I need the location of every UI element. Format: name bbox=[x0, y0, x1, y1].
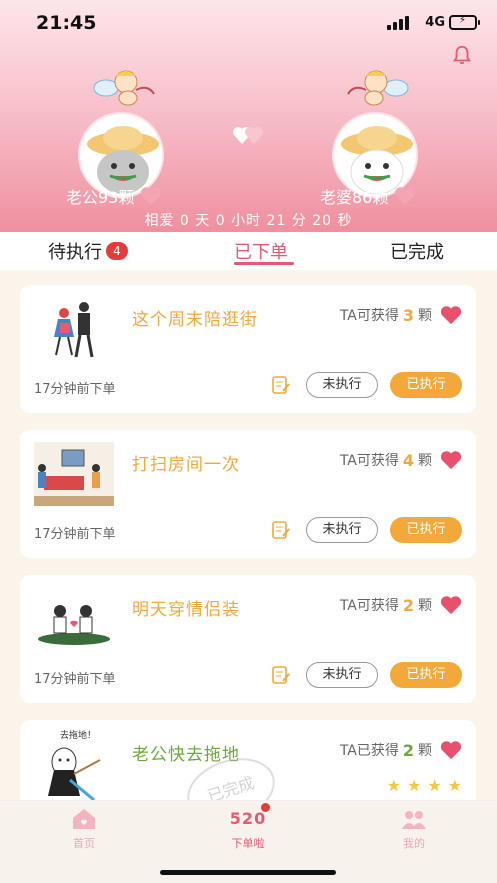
reward-prefix: TA可获得 bbox=[339, 598, 399, 614]
active-tab-indicator bbox=[234, 262, 294, 265]
edit-note-icon[interactable] bbox=[272, 375, 290, 395]
reward-prefix: TA可获得 bbox=[339, 308, 399, 324]
reward-unit: 颗 bbox=[418, 598, 432, 614]
reward-count: 2 bbox=[402, 740, 414, 760]
home-indicator bbox=[160, 870, 336, 875]
order-card[interactable]: 这个周末陪逛街 TA可获得 3 颗 17分钟前下单 未执行 已执行 bbox=[20, 285, 476, 413]
nav-520-text: 520 bbox=[229, 809, 267, 828]
reward-count: 2 bbox=[402, 595, 414, 615]
heart-icon bbox=[440, 596, 462, 615]
tab-ordered-label: 已下单 bbox=[234, 242, 288, 263]
reward-unit: 颗 bbox=[418, 453, 432, 469]
nav-mine[interactable]: 我的 bbox=[374, 807, 454, 851]
tab-completed-label: 已完成 bbox=[390, 242, 444, 263]
order-card[interactable]: 明天穿情侣装 TA可获得 2 颗 17分钟前下单 未执行 已执行 bbox=[20, 575, 476, 703]
order-time: 17分钟前下单 bbox=[34, 672, 116, 687]
star-icon: ★ bbox=[427, 776, 442, 795]
nav-mine-label: 我的 bbox=[403, 837, 425, 850]
network-label: 4G bbox=[425, 15, 445, 30]
star-icon: ★ bbox=[406, 776, 422, 795]
executed-button[interactable]: 已执行 bbox=[390, 662, 462, 688]
order-card[interactable]: 打扫房间一次 TA可获得 4 颗 17分钟前下单 未执行 已执行 bbox=[20, 430, 476, 558]
reward-info: TA可获得 4 颗 bbox=[340, 450, 462, 470]
heart-icon bbox=[440, 306, 462, 325]
husband-score-label: 老公93颗 bbox=[66, 188, 135, 207]
love-timer: 相爱 0 天 0 小时 21 分 20 秒 bbox=[144, 213, 353, 229]
nav-home[interactable]: 首页 bbox=[44, 807, 124, 851]
status-time: 21:45 bbox=[36, 12, 97, 34]
heart-icon bbox=[440, 451, 462, 470]
reward-info: TA已获得 2 颗 bbox=[340, 740, 462, 760]
reward-unit: 颗 bbox=[418, 308, 432, 324]
order-illustration bbox=[34, 442, 114, 506]
tab-ordered[interactable]: 已下单 bbox=[234, 238, 288, 264]
battery-icon: ⚡ bbox=[449, 15, 480, 30]
home-icon bbox=[73, 809, 95, 829]
order-tabs: 待执行 4 已下单 已完成 bbox=[0, 232, 497, 270]
star-icon: ★ bbox=[386, 776, 401, 795]
order-illustration bbox=[54, 302, 94, 358]
tab-pending-label: 待执行 bbox=[48, 242, 102, 263]
reward-prefix: TA已获得 bbox=[339, 743, 399, 759]
tab-completed[interactable]: 已完成 bbox=[390, 238, 444, 264]
cupid-icon-right bbox=[347, 70, 409, 106]
couple-header: 21:45 4G ⚡ 老公93颗 老婆86颗 相爱 0 天 0 小时 21 分 … bbox=[0, 0, 497, 232]
bell-icon[interactable] bbox=[451, 44, 473, 66]
wife-score: 老婆86颗 bbox=[320, 184, 416, 208]
reward-unit: 颗 bbox=[418, 743, 432, 759]
rating-stars: ★ ★ ★ ★ bbox=[387, 776, 462, 795]
reward-info: TA可获得 2 颗 bbox=[340, 595, 462, 615]
tab-pending[interactable]: 待执行 4 bbox=[48, 238, 128, 264]
nav-order-label: 下单啦 bbox=[231, 837, 265, 850]
order-title: 这个周末陪逛街 bbox=[132, 310, 258, 330]
husband-score: 老公93颗 bbox=[66, 184, 162, 208]
reward-count: 4 bbox=[402, 450, 414, 470]
heart-icon bbox=[440, 741, 462, 760]
notification-dot bbox=[261, 803, 270, 812]
order-illustration bbox=[38, 605, 110, 645]
nav-520-icon: 520 bbox=[208, 803, 288, 831]
pending-count-badge: 4 bbox=[106, 242, 128, 260]
edit-note-icon[interactable] bbox=[272, 520, 290, 540]
heart-icon bbox=[395, 187, 416, 206]
order-title: 打扫房间一次 bbox=[132, 455, 240, 475]
linked-hearts-icon bbox=[233, 127, 263, 144]
not-executed-button[interactable]: 未执行 bbox=[306, 517, 378, 543]
edit-note-icon[interactable] bbox=[272, 665, 290, 685]
order-time: 17分钟前下单 bbox=[34, 382, 116, 397]
heart-icon bbox=[141, 187, 162, 206]
executed-button[interactable]: 已执行 bbox=[390, 517, 462, 543]
order-title: 明天穿情侣装 bbox=[132, 600, 240, 620]
reward-info: TA可获得 3 颗 bbox=[340, 305, 462, 325]
not-executed-button[interactable]: 未执行 bbox=[306, 662, 378, 688]
not-executed-button[interactable]: 未执行 bbox=[306, 372, 378, 398]
wife-score-label: 老婆86颗 bbox=[320, 188, 389, 207]
cupid-icon-left bbox=[93, 70, 155, 106]
reward-count: 3 bbox=[402, 305, 414, 325]
nav-home-label: 首页 bbox=[73, 837, 95, 850]
reward-prefix: TA可获得 bbox=[339, 453, 399, 469]
nav-order[interactable]: 520 下单啦 bbox=[208, 803, 288, 851]
executed-button[interactable]: 已执行 bbox=[390, 372, 462, 398]
order-time: 17分钟前下单 bbox=[34, 527, 116, 542]
star-icon: ★ bbox=[447, 776, 462, 795]
status-bar: 21:45 4G ⚡ bbox=[0, 12, 497, 36]
order-illustration bbox=[48, 747, 101, 802]
signal-icon bbox=[387, 16, 409, 30]
couple-icon bbox=[402, 811, 426, 829]
